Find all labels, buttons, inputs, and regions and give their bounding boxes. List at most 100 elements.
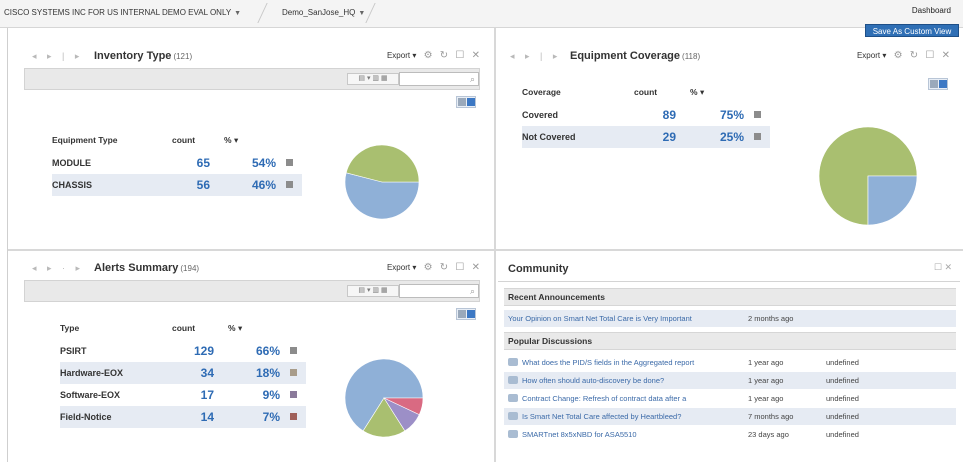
chevron-down-icon[interactable]: ▾ <box>412 51 416 60</box>
breadcrumb-site[interactable]: Demo_SanJose_HQ ▼ <box>282 6 365 20</box>
close-icon[interactable]: ✕ <box>944 262 952 272</box>
alerts-summary-panel: ◂ ▸ · ▸ Alerts Summary (194) Export ▾ ⚙ ↻… <box>10 256 490 460</box>
table-row[interactable]: Field-Notice 14 7% <box>60 406 306 428</box>
breadcrumb-org[interactable]: CISCO SYSTEMS INC FOR US INTERNAL DEMO E… <box>4 6 241 20</box>
discussions-header: Popular Discussions <box>504 332 956 350</box>
nav-arrows-icon[interactable]: ◂ ▸ | ▸ <box>510 51 561 62</box>
chevron-down-icon[interactable]: ▾ <box>882 51 886 60</box>
search-input[interactable]: ⌕ <box>399 284 479 298</box>
export-button[interactable]: Export <box>387 51 410 60</box>
close-icon[interactable]: ✕ <box>472 50 480 61</box>
row-percent: 46% <box>224 174 286 196</box>
discussion-title-label: How often should auto-discovery be done? <box>522 376 665 385</box>
table-row[interactable]: Hardware-EOX 34 18% <box>60 362 306 384</box>
legend-swatch-icon <box>290 347 297 354</box>
row-percent: 25% <box>690 126 754 148</box>
chart-view-icon[interactable] <box>467 98 475 106</box>
chevron-down-icon[interactable]: ▾ <box>412 263 416 272</box>
table-row[interactable]: Not Covered 29 25% <box>522 126 770 148</box>
column-header[interactable]: Type <box>60 316 172 340</box>
column-header-label: % <box>228 322 236 333</box>
alerts-pie-chart[interactable] <box>344 358 424 438</box>
table-row[interactable]: MODULE 65 54% <box>52 152 302 174</box>
breadcrumb-separator <box>257 3 268 23</box>
legend-swatch-icon <box>754 111 761 118</box>
announcement-item[interactable]: Your Opinion on Smart Net Total Care is … <box>504 310 956 327</box>
table-row[interactable]: Covered 89 75% <box>522 104 770 126</box>
chart-toggle[interactable] <box>456 96 476 108</box>
maximize-icon[interactable]: ☐ <box>455 262 464 273</box>
column-header[interactable]: % ▾ <box>690 80 754 104</box>
discussion-icon <box>508 412 518 420</box>
panel-title: Alerts Summary (194) <box>94 262 199 274</box>
discussion-title[interactable]: SMARTnet 8x5xNBD for ASA5510 <box>508 426 637 443</box>
column-header[interactable]: Equipment Type <box>52 128 172 152</box>
inventory-pie-chart[interactable] <box>344 144 420 220</box>
table-view-icon[interactable] <box>458 310 466 318</box>
export-button[interactable]: Export <box>387 263 410 272</box>
table-view-icon[interactable] <box>458 98 466 106</box>
maximize-icon[interactable]: ☐ <box>455 50 464 61</box>
table-row[interactable]: CHASSIS 56 46% <box>52 174 302 196</box>
view-toggle-buttons[interactable]: ▤ ▾ ▥ ▦ <box>347 73 399 85</box>
discussion-item[interactable]: Contract Change: Refresh of contract dat… <box>504 390 956 407</box>
row-percent: 9% <box>262 388 280 402</box>
coverage-pie-chart[interactable] <box>818 126 918 226</box>
panel-count: (194) <box>180 264 200 273</box>
close-icon[interactable]: ✕ <box>942 50 950 61</box>
legend-swatch <box>290 384 306 406</box>
column-header[interactable]: count <box>172 128 224 152</box>
legend-swatch-icon <box>290 391 297 398</box>
table-row[interactable]: Software-EOX 17 9% <box>60 384 306 406</box>
refresh-icon[interactable]: ↻ <box>910 50 918 61</box>
chart-view-icon[interactable] <box>939 80 947 88</box>
discussion-title[interactable]: Contract Change: Refresh of contract dat… <box>508 390 686 407</box>
view-toggle-buttons[interactable]: ▤ ▾ ▥ ▦ <box>347 285 399 297</box>
chart-toggle[interactable] <box>928 78 948 90</box>
maximize-icon[interactable]: ☐ <box>934 262 942 272</box>
nav-arrows-icon[interactable]: ◂ ▸ · ▸ <box>32 263 84 274</box>
column-header[interactable]: count <box>634 80 690 104</box>
column-header[interactable]: % ▾ <box>228 316 290 340</box>
close-icon[interactable]: ✕ <box>472 262 480 273</box>
column-header[interactable]: count <box>172 316 228 340</box>
inventory-table: Equipment Type count % ▾ MODULE 65 54% C… <box>52 128 302 196</box>
chart-toggle[interactable] <box>456 308 476 320</box>
chart-view-icon[interactable] <box>467 310 475 318</box>
discussion-title[interactable]: Is Smart Net Total Care affected by Hear… <box>508 408 681 425</box>
announcement-title[interactable]: Your Opinion on Smart Net Total Care is … <box>508 310 692 327</box>
row-count: 129 <box>193 344 214 358</box>
discussion-item[interactable]: What does the PID/S fields in the Aggreg… <box>504 354 956 371</box>
discussion-title-label: What does the PID/S fields in the Aggreg… <box>522 358 695 367</box>
discussion-item[interactable]: How often should auto-discovery be done?… <box>504 372 956 389</box>
column-header[interactable]: Coverage <box>522 80 634 104</box>
panel-header: ◂ ▸ | ▸ Inventory Type (121) Export ▾ ⚙ ↻… <box>10 44 490 70</box>
sort-down-icon: ▾ <box>699 86 705 97</box>
refresh-icon[interactable]: ↻ <box>440 50 448 61</box>
column-header[interactable]: % ▾ <box>224 128 286 152</box>
discussion-item[interactable]: SMARTnet 8x5xNBD for ASA5510 23 days ago… <box>504 426 956 443</box>
maximize-icon[interactable]: ☐ <box>925 50 934 61</box>
panel-title-label: Inventory Type <box>94 50 172 62</box>
panel-tools: Export ▾ ⚙ ↻ ☐ ✕ <box>857 50 950 61</box>
settings-icon[interactable]: ⚙ <box>424 50 433 61</box>
page-title[interactable]: Dashboard <box>912 6 951 15</box>
table-row[interactable]: PSIRT 129 66% <box>60 340 306 362</box>
save-as-custom-view-button[interactable]: Save As Custom View <box>865 24 959 37</box>
discussion-title[interactable]: How often should auto-discovery be done? <box>508 372 664 389</box>
settings-icon[interactable]: ⚙ <box>424 262 433 273</box>
discussion-date: 23 days ago <box>748 430 789 439</box>
search-icon: ⌕ <box>469 286 475 296</box>
table-view-icon[interactable] <box>930 80 938 88</box>
discussion-item[interactable]: Is Smart Net Total Care affected by Hear… <box>504 408 956 425</box>
export-button[interactable]: Export <box>857 51 880 60</box>
settings-icon[interactable]: ⚙ <box>894 50 903 61</box>
pie-slice[interactable] <box>867 175 918 226</box>
nav-arrows-icon[interactable]: ◂ ▸ | ▸ <box>32 51 83 62</box>
discussion-title[interactable]: What does the PID/S fields in the Aggreg… <box>508 354 694 371</box>
row-percent: 75% <box>719 108 744 122</box>
refresh-icon[interactable]: ↻ <box>440 262 448 273</box>
search-input[interactable]: ⌕ <box>399 72 479 86</box>
discussion-date: 1 year ago <box>748 376 784 385</box>
column-header-label: % <box>690 86 698 97</box>
